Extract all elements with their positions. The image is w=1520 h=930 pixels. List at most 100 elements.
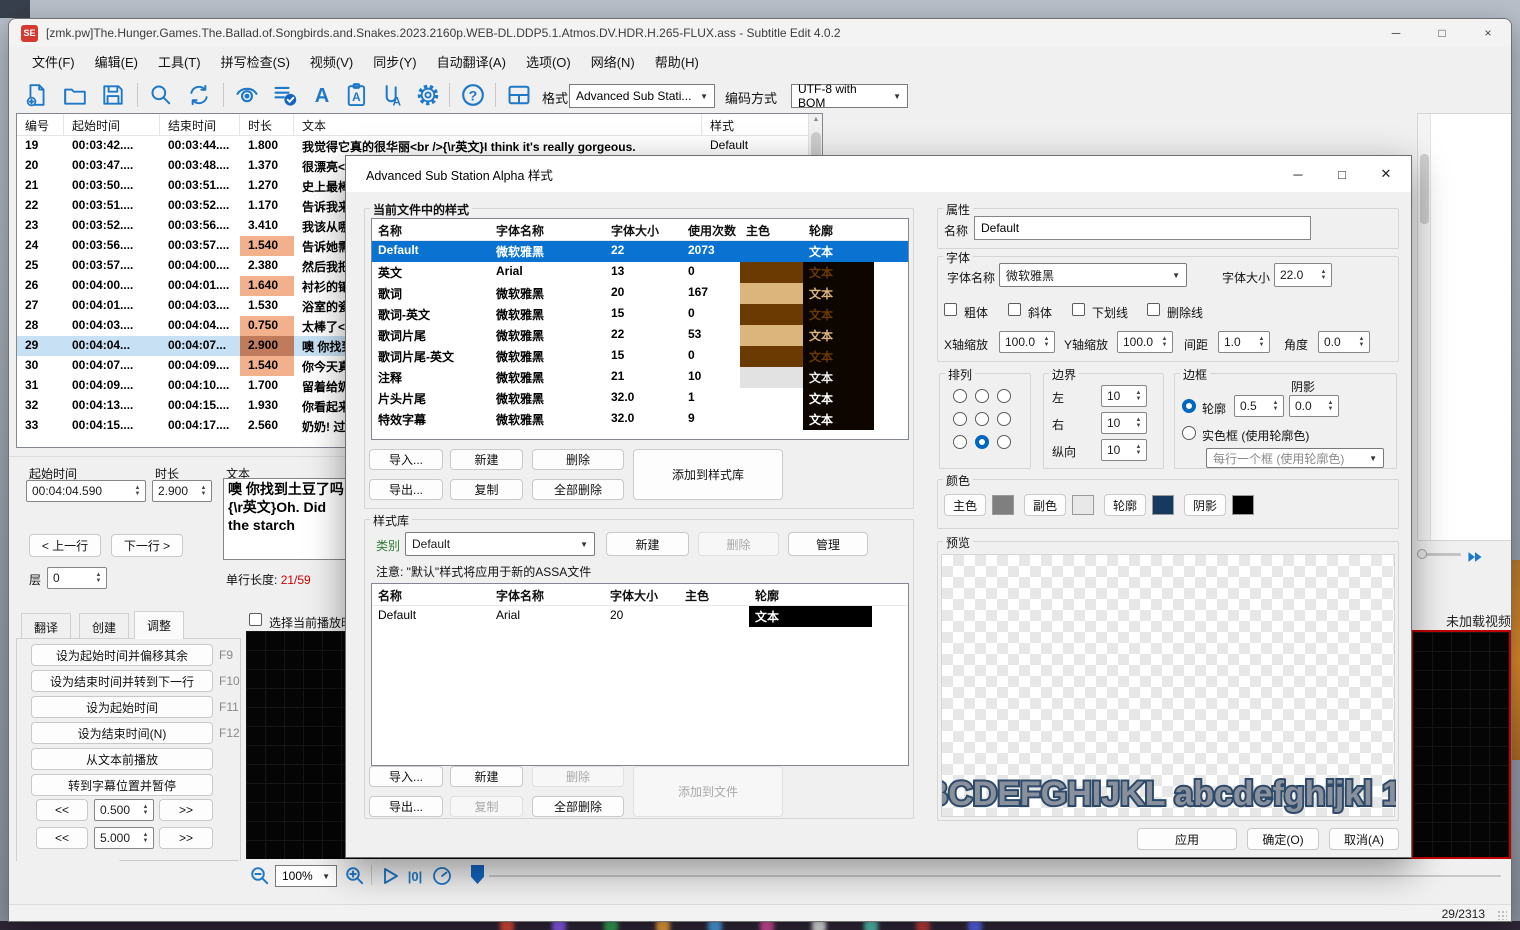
visual-sync-icon[interactable] — [233, 81, 261, 109]
playback-slider-knob[interactable] — [1417, 549, 1427, 559]
style-row-注释[interactable]: 注释微软雅黑2110文本 — [372, 367, 908, 388]
taskbar-icon[interactable] — [968, 921, 982, 930]
maximize-button[interactable]: □ — [1419, 19, 1465, 47]
zoom-out-icon[interactable] — [247, 863, 273, 889]
margin-vertical-spinner[interactable]: 10▲▼ — [1101, 439, 1147, 461]
help-icon[interactable]: ? — [459, 81, 487, 109]
style-row-歌词片尾-英文[interactable]: 歌词片尾-英文微软雅黑150文本 — [372, 346, 908, 367]
shadow-color-button[interactable]: 阴影 — [1184, 494, 1226, 516]
alignment-radio-2[interactable] — [975, 389, 989, 403]
header-text[interactable]: 文本 — [294, 114, 702, 135]
layer-spinner[interactable]: 0▲▼ — [47, 567, 107, 589]
library-new-button[interactable]: 新建 — [450, 766, 523, 787]
reset-position-icon[interactable]: |0| — [402, 863, 428, 889]
alignment-radio-9[interactable] — [997, 435, 1011, 449]
scale-x-spinner[interactable]: 100.0▲▼ — [999, 331, 1055, 353]
alignment-radio-7[interactable] — [953, 435, 967, 449]
alignment-radio-4[interactable] — [953, 412, 967, 426]
dialog-maximize-button[interactable]: □ — [1327, 162, 1357, 186]
seek-back-small-button[interactable]: << — [36, 799, 88, 821]
secondary-color-button[interactable]: 副色 — [1024, 494, 1066, 516]
menu-autotranslate[interactable]: 自动翻译(A) — [428, 48, 515, 75]
open-file-icon[interactable] — [61, 81, 89, 109]
add-to-file-button[interactable]: 添加到文件 — [633, 766, 783, 817]
angle-spinner[interactable]: 0.0▲▼ — [1318, 331, 1370, 353]
subtitle-row-19[interactable]: 1900:03:42....00:03:44....1.800我觉得它真的很华丽… — [17, 136, 822, 156]
add-to-library-button[interactable]: 添加到样式库 — [633, 449, 783, 500]
seek-fwd-small-button[interactable]: >> — [159, 799, 213, 821]
delete-all-styles-button[interactable]: 全部删除 — [532, 479, 624, 500]
import-styles-button[interactable]: 导入... — [369, 449, 443, 470]
taskbar[interactable] — [0, 921, 1520, 930]
menu-edit[interactable]: 编辑(E) — [86, 48, 147, 75]
menu-video[interactable]: 视频(V) — [301, 48, 362, 75]
alignment-radio-3[interactable] — [997, 389, 1011, 403]
library-new-category-button[interactable]: 新建 — [606, 532, 689, 556]
style-row-英文[interactable]: 英文Arial130文本 — [372, 262, 908, 283]
cancel-button[interactable]: 取消(A) — [1329, 828, 1399, 850]
save-icon[interactable] — [99, 81, 127, 109]
set-start-button[interactable]: 设为起始时间 — [31, 696, 213, 718]
menu-help[interactable]: 帮助(H) — [646, 48, 708, 75]
copy-style-button[interactable]: 复制 — [450, 479, 523, 500]
settings-icon[interactable] — [414, 81, 442, 109]
prev-line-button[interactable]: < 上一行 — [29, 534, 101, 557]
header-end[interactable]: 结束时间 — [160, 114, 240, 135]
new-style-button[interactable]: 新建 — [450, 449, 523, 470]
minimize-button[interactable]: ─ — [1373, 19, 1419, 47]
box-style-select[interactable]: 每行一个框 (使用轮廓色)▼ — [1206, 448, 1384, 468]
taskbar-icon[interactable] — [864, 921, 878, 930]
menu-sync[interactable]: 同步(Y) — [364, 48, 425, 75]
library-delete-button[interactable]: 删除 — [532, 766, 624, 787]
margin-right-spinner[interactable]: 10▲▼ — [1101, 412, 1147, 434]
attachments-icon[interactable]: A — [378, 81, 406, 109]
primary-color-swatch[interactable] — [992, 495, 1014, 515]
format-select[interactable]: Advanced Sub Stati...▼ — [569, 84, 715, 108]
right-scrollbar[interactable] — [1418, 114, 1431, 540]
dialog-minimize-button[interactable]: ─ — [1283, 162, 1313, 186]
taskbar-icon[interactable] — [604, 921, 618, 930]
taskbar-icon[interactable] — [760, 921, 774, 930]
shadow-color-swatch[interactable] — [1232, 495, 1254, 515]
menu-file[interactable]: 文件(F) — [23, 48, 84, 75]
style-name-input[interactable]: Default — [974, 216, 1311, 240]
playback-speed-icon[interactable] — [429, 863, 455, 889]
category-select[interactable]: Default▼ — [405, 532, 595, 556]
position-marker[interactable] — [471, 865, 484, 884]
shadow-width-spinner[interactable]: 0.0▲▼ — [1289, 395, 1339, 417]
apply-button[interactable]: 应用 — [1137, 828, 1237, 850]
tab-create[interactable]: 创建 — [79, 613, 129, 639]
delete-style-button[interactable]: 删除 — [532, 449, 624, 470]
seek-back-large-button[interactable]: << — [36, 827, 88, 849]
menu-tools[interactable]: 工具(T) — [149, 48, 210, 75]
titlebar[interactable]: SE [zmk.pw]The.Hunger.Games.The.Ballad.o… — [9, 19, 1511, 47]
taskbar-icon[interactable] — [708, 921, 722, 930]
library-style-row-Default[interactable]: DefaultArial20文本 — [372, 606, 908, 627]
style-row-歌词-英文[interactable]: 歌词-英文微软雅黑150文本 — [372, 304, 908, 325]
zoom-in-icon[interactable] — [342, 863, 368, 889]
secondary-color-swatch[interactable] — [1072, 495, 1094, 515]
library-manage-button[interactable]: 管理 — [788, 532, 868, 556]
taskbar-icon[interactable] — [916, 921, 930, 930]
remove-formatting-icon[interactable]: A — [308, 81, 336, 109]
outline-radio[interactable] — [1182, 399, 1196, 413]
ok-button[interactable]: 确定(O) — [1247, 828, 1319, 850]
quality-check-icon[interactable]: A — [343, 81, 371, 109]
dialog-titlebar[interactable]: Advanced Sub Station Alpha 样式 ─ □ ✕ — [346, 156, 1411, 192]
style-row-片头片尾[interactable]: 片头片尾微软雅黑32.01文本 — [372, 388, 908, 409]
tab-translate[interactable]: 翻译 — [21, 613, 71, 639]
strikeout-checkbox[interactable] — [1147, 303, 1160, 316]
next-line-button[interactable]: 下一行 > — [111, 534, 183, 557]
margin-left-spinner[interactable]: 10▲▼ — [1101, 385, 1147, 407]
style-row-歌词片尾[interactable]: 歌词片尾微软雅黑2253文本 — [372, 325, 908, 346]
play-before-text-button[interactable]: 从文本前播放 — [31, 748, 213, 770]
header-style[interactable]: 样式 — [702, 114, 795, 135]
taskbar-icon[interactable] — [812, 921, 826, 930]
library-export-button[interactable]: 导出... — [369, 796, 443, 817]
bold-checkbox[interactable] — [944, 303, 957, 316]
menu-options[interactable]: 选项(O) — [517, 48, 580, 75]
file-styles-header[interactable]: 名称 字体名称 字体大小 使用次数 主色 轮廓 — [372, 219, 908, 241]
set-end-button[interactable]: 设为结束时间(N) — [31, 722, 213, 744]
outline-color-swatch[interactable] — [1152, 495, 1174, 515]
play-icon[interactable] — [377, 863, 403, 889]
